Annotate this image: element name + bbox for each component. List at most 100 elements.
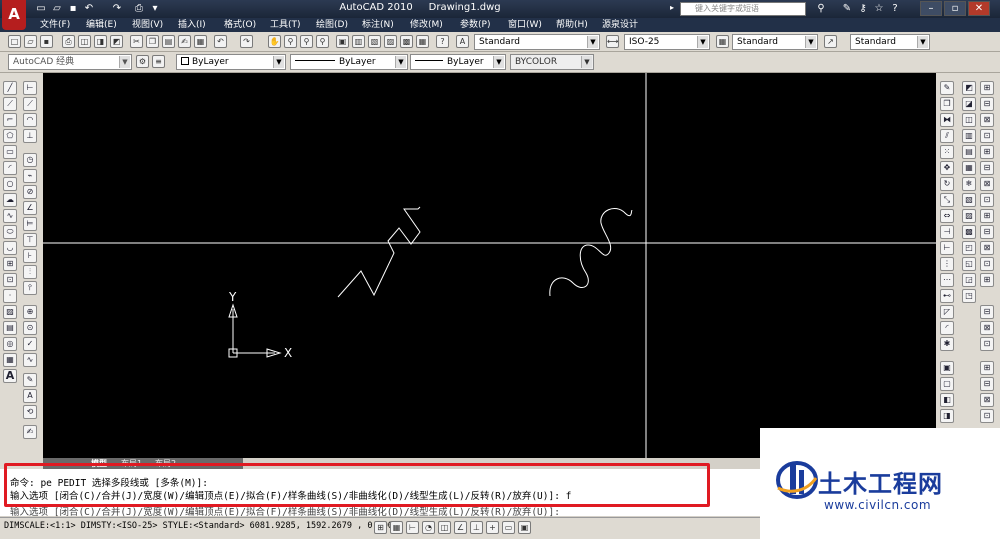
inspection-icon[interactable]: ✓ [23, 337, 37, 351]
line-icon[interactable]: ╱ [3, 81, 17, 95]
spline-icon[interactable]: ∿ [3, 209, 17, 223]
binoculars-icon[interactable]: ⚲ [814, 2, 828, 15]
help-icon[interactable]: ? [436, 35, 449, 48]
menu-draw[interactable]: 绘图(D) [316, 18, 348, 32]
copy-icon[interactable]: ❐ [146, 35, 159, 48]
dimstyle-4-icon[interactable]: ⊡ [980, 129, 994, 143]
properties-icon[interactable]: ▣ [336, 35, 349, 48]
chevron-down-icon[interactable]: ▾ [148, 2, 162, 15]
jogged-dim-icon[interactable]: ⌁ [23, 169, 37, 183]
text-style-select[interactable]: Standard ▼ [474, 34, 600, 50]
lineweight-toggle-icon[interactable]: ▭ [502, 521, 515, 534]
favorites-star-icon[interactable]: ☆ [872, 2, 886, 15]
baseline-dim-icon[interactable]: ⊤ [23, 233, 37, 247]
dim-space-icon[interactable]: ⫶ [23, 265, 37, 279]
save-icon[interactable]: ▪ [66, 2, 80, 15]
radius-dim-icon[interactable]: ◷ [23, 153, 37, 167]
layer-isolate-icon[interactable]: ▤ [962, 145, 976, 159]
grid-display-icon[interactable]: ▦ [390, 521, 403, 534]
arc-length-icon[interactable]: ◠ [23, 113, 37, 127]
multileader-style-icon[interactable]: ↗ [824, 35, 837, 48]
dimstyle-8-icon[interactable]: ⊡ [980, 193, 994, 207]
dimstyle-14-icon[interactable]: ⊟ [980, 305, 994, 319]
tools-icon[interactable]: ✎ [840, 2, 854, 15]
undo-icon[interactable]: ↶ [82, 2, 96, 15]
dimstyle-12-icon[interactable]: ⊡ [980, 257, 994, 271]
polar-tracking-icon[interactable]: ◔ [422, 521, 435, 534]
draworder-above-icon[interactable]: ◧ [940, 393, 954, 407]
menu-format[interactable]: 格式(O) [224, 18, 256, 32]
layer-on-icon[interactable]: ◳ [962, 289, 976, 303]
region-icon[interactable]: ◎ [3, 337, 17, 351]
layer-off-icon[interactable]: ▦ [962, 161, 976, 175]
dimstyle-13-icon[interactable]: ⊞ [980, 273, 994, 287]
menu-file[interactable]: 文件(F) [40, 18, 70, 32]
gradient-icon[interactable]: ▤ [3, 321, 17, 335]
angular-dim-icon[interactable]: ∠ [23, 201, 37, 215]
redo-icon[interactable]: ↷ [110, 2, 124, 15]
new-file-icon[interactable]: ▭ [34, 2, 48, 15]
arc-icon[interactable]: ◜ [3, 161, 17, 175]
chamfer-icon[interactable]: ◸ [940, 305, 954, 319]
lineweight-select[interactable]: ByLayer ▼ [410, 54, 506, 70]
fillet-icon[interactable]: ◜ [940, 321, 954, 335]
layer-delete-icon[interactable]: ◲ [962, 273, 976, 287]
layer-match-icon[interactable]: ▥ [962, 129, 976, 143]
dimstyle-3-icon[interactable]: ⊠ [980, 113, 994, 127]
dim-update-icon[interactable]: ⟲ [23, 405, 37, 419]
drawing-canvas[interactable]: Y X [43, 73, 936, 458]
make-block-icon[interactable]: ⊡ [3, 273, 17, 287]
block-editor-icon[interactable]: ▦ [194, 35, 207, 48]
dimstyle-11-icon[interactable]: ⊠ [980, 241, 994, 255]
draworder-front-icon[interactable]: ▣ [940, 361, 954, 375]
ordinate-dim-icon[interactable]: ⊥ [23, 129, 37, 143]
multiline-text-icon[interactable]: A [3, 369, 17, 383]
menu-yuanquan[interactable]: 源泉设计 [602, 18, 638, 32]
dimstyle-17-icon[interactable]: ⊞ [980, 361, 994, 375]
insert-block-icon[interactable]: ⊞ [3, 257, 17, 271]
menu-modify[interactable]: 修改(M) [410, 18, 443, 32]
color-select[interactable]: ByLayer ▼ [176, 54, 286, 70]
open-icon[interactable]: ▱ [24, 35, 37, 48]
ellipse-icon[interactable]: ⬭ [3, 225, 17, 239]
table-style-icon[interactable]: ▦ [716, 35, 729, 48]
multileader-style-select[interactable]: Standard ▼ [850, 34, 930, 50]
plot-style-select[interactable]: BYCOLOR ▼ [510, 54, 594, 70]
layer-walk-icon[interactable]: ◰ [962, 241, 976, 255]
cut-icon[interactable]: ✂ [130, 35, 143, 48]
dim-text-edit-icon[interactable]: A [23, 389, 37, 403]
layer-merge-icon[interactable]: ◱ [962, 257, 976, 271]
draworder-back-icon[interactable]: ▢ [940, 377, 954, 391]
search-input[interactable]: 键入关键字或短语 [680, 2, 806, 16]
plot-preview-icon[interactable]: ◫ [78, 35, 91, 48]
dimstyle-10-icon[interactable]: ⊟ [980, 225, 994, 239]
rotate-icon[interactable]: ↻ [940, 177, 954, 191]
table-style-select[interactable]: Standard ▼ [732, 34, 818, 50]
workspace-select[interactable]: AutoCAD 经典 ▼ [8, 54, 132, 70]
undo-icon[interactable]: ↶ [214, 35, 227, 48]
circle-icon[interactable]: ○ [3, 177, 17, 191]
zoom-realtime-icon[interactable]: ⚲ [284, 35, 297, 48]
pan-icon[interactable]: ✋ [268, 35, 281, 48]
scale-icon[interactable]: ⤡ [940, 193, 954, 207]
workspace-settings-icon[interactable]: ⚙ [136, 55, 149, 68]
polygon-icon[interactable]: ⬠ [3, 129, 17, 143]
trim-icon[interactable]: ⊣ [940, 225, 954, 239]
menu-tools[interactable]: 工具(T) [270, 18, 301, 32]
markup-icon[interactable]: ▩ [400, 35, 413, 48]
dimstyle-5-icon[interactable]: ⊞ [980, 145, 994, 159]
break-at-point-icon[interactable]: ⋮ [940, 257, 954, 271]
minimize-button[interactable]: – [920, 1, 942, 16]
quick-props-icon[interactable]: ▣ [518, 521, 531, 534]
copy-object-icon[interactable]: ❐ [940, 97, 954, 111]
dimstyle-20-icon[interactable]: ⊡ [980, 409, 994, 423]
polyline-icon[interactable]: ⌐ [3, 113, 17, 127]
snap-mode-icon[interactable]: ⊞ [374, 521, 387, 534]
redo-icon[interactable]: ↷ [240, 35, 253, 48]
join-icon[interactable]: ⊷ [940, 289, 954, 303]
new-icon[interactable]: □ [8, 35, 21, 48]
dimstyle-9-icon[interactable]: ⊞ [980, 209, 994, 223]
ellipse-arc-icon[interactable]: ◡ [3, 241, 17, 255]
stretch-icon[interactable]: ⇔ [940, 209, 954, 223]
dim-break-icon[interactable]: ⫯ [23, 281, 37, 295]
